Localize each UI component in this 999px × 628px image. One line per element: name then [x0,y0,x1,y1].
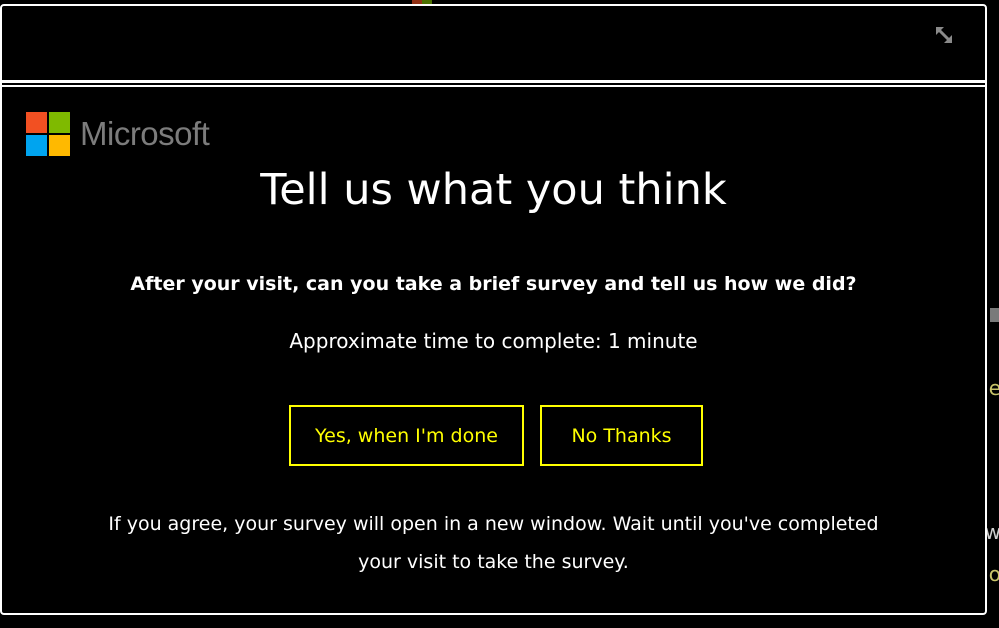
survey-note: If you agree, your survey will open in a… [2,505,985,581]
survey-question: After your visit, can you take a brief s… [130,273,857,295]
survey-note-line: your visit to take the survey. [358,551,629,573]
resize-diagonal-icon[interactable] [933,24,955,46]
survey-note-line: If you agree, your survey will open in a… [108,513,879,535]
dialog-title: Tell us what you think [260,165,727,215]
background-text-fragment: e [988,376,999,400]
background-text-fragment: o [988,562,999,586]
dialog-body: Microsoft Tell us what you think After y… [2,85,985,615]
brand-name: Microsoft [80,115,210,152]
time-estimate: Approximate time to complete: 1 minute [289,329,698,353]
background-scrollbar-thumb [990,308,999,322]
decline-survey-button[interactable]: No Thanks [540,405,703,466]
dialog-header [2,6,985,83]
accept-survey-button[interactable]: Yes, when I'm done [289,405,524,466]
survey-dialog: Microsoft Tell us what you think After y… [0,4,987,615]
microsoft-logo: Microsoft [26,111,210,157]
microsoft-logo-icon [26,112,70,156]
